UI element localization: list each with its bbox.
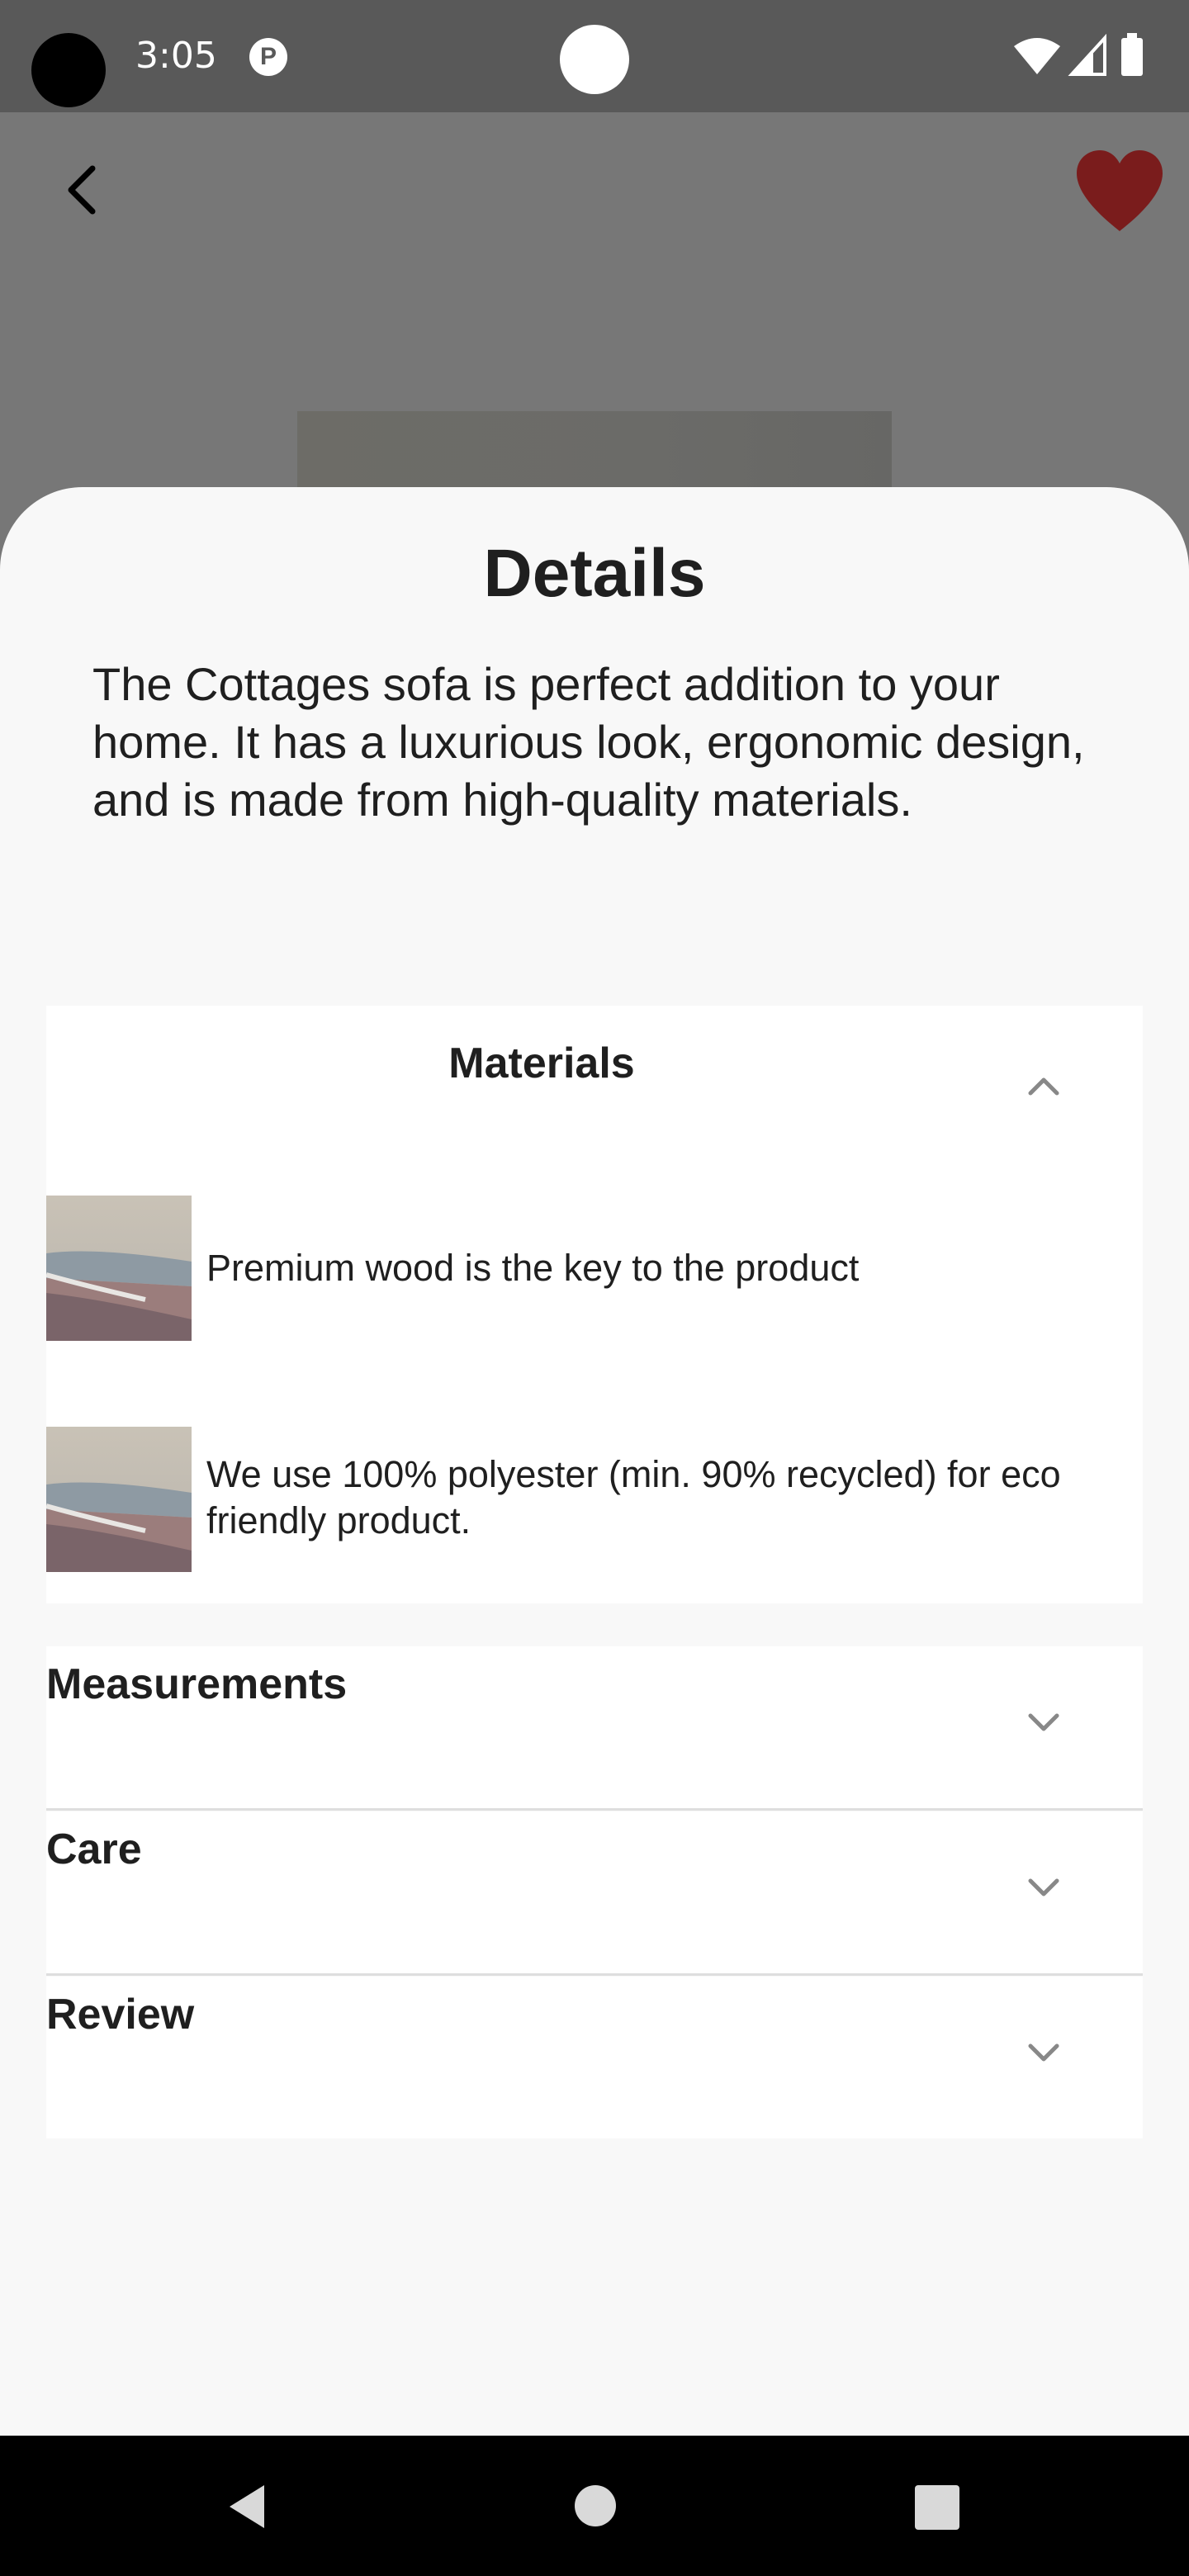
review-section[interactable]: Review: [46, 1977, 1143, 2138]
chevron-down-icon[interactable]: [1019, 1863, 1068, 1912]
materials-title[interactable]: Materials: [46, 1039, 1037, 1088]
nav-back-icon[interactable]: [223, 2482, 272, 2531]
care-title: Care: [46, 1825, 142, 1873]
nav-home-icon[interactable]: [573, 2484, 618, 2528]
notch: [560, 25, 629, 94]
battery-icon: [1121, 38, 1143, 76]
nav-recents-icon[interactable]: [915, 2485, 959, 2530]
status-icons: [1014, 33, 1143, 76]
material-item: We use 100% polyester (min. 90% recycled…: [46, 1427, 1143, 1572]
material-thumbnail: [46, 1196, 192, 1341]
details-sheet: Details The Cottages sofa is perfect add…: [0, 487, 1189, 2436]
material-text: Premium wood is the key to the product: [206, 1247, 860, 1289]
system-nav-bar: [0, 2436, 1189, 2576]
materials-section: Materials Premium wood is the key to the…: [46, 1006, 1143, 1603]
heart-icon: [1077, 150, 1163, 231]
divider: [46, 1808, 1143, 1811]
review-title: Review: [46, 1991, 195, 2039]
care-section[interactable]: Care: [46, 1811, 1143, 1973]
material-thumbnail: [46, 1427, 192, 1572]
product-description: The Cottages sofa is perfect addition to…: [92, 658, 1085, 826]
sheet-title: Details: [483, 536, 706, 611]
p-circle-icon: P: [249, 38, 287, 76]
favorite-button[interactable]: [1073, 149, 1166, 234]
chevron-down-icon[interactable]: [1019, 1698, 1068, 1747]
measurements-section[interactable]: Measurements: [46, 1646, 1143, 1808]
material-item: Premium wood is the key to the product: [46, 1196, 1143, 1341]
material-text: We use 100% polyester (min. 90% recycled…: [206, 1453, 1061, 1541]
back-arrow-icon: [68, 165, 96, 215]
chevron-down-icon[interactable]: [1019, 2028, 1068, 2077]
measurements-title: Measurements: [46, 1660, 348, 1708]
back-button[interactable]: [50, 157, 116, 223]
wifi-icon: [1014, 38, 1060, 74]
status-time: 3:05: [135, 35, 217, 77]
camera-cutout: [31, 33, 106, 107]
status-bar: 3:05 P: [0, 0, 1189, 112]
chevron-up-icon[interactable]: [1019, 1062, 1068, 1111]
divider: [46, 1973, 1143, 1976]
